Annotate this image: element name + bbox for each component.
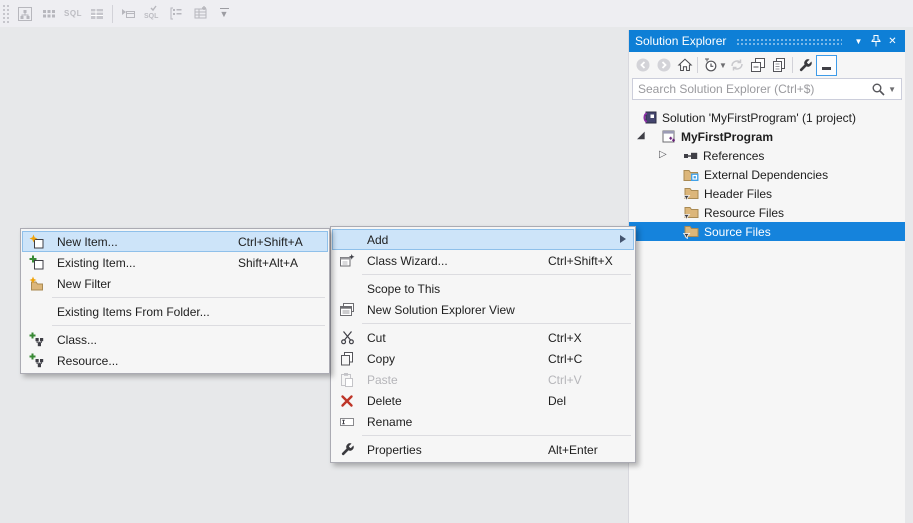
tree-item-solution[interactable]: Solution 'MyFirstProgram' (1 project) — [629, 108, 905, 127]
close-icon[interactable]: ✕ — [884, 33, 901, 50]
titlebar-texture — [736, 38, 842, 47]
delete-icon — [332, 394, 362, 408]
pending-changes-filter-icon[interactable] — [700, 55, 721, 76]
new-filter-icon — [22, 276, 52, 292]
external-dependencies-folder-icon — [683, 167, 699, 182]
menu-item-rename[interactable]: Rename — [332, 411, 634, 432]
tree-item-resource-files[interactable]: Resource Files — [629, 203, 905, 222]
search-options-caret-icon[interactable]: ▼ — [886, 85, 901, 94]
sync-icon[interactable] — [727, 55, 748, 76]
collapse-all-icon[interactable] — [748, 55, 769, 76]
submenu-arrow-icon — [620, 235, 626, 243]
expander-open-icon[interactable]: ◢ — [637, 131, 645, 141]
tree-item-source-files[interactable]: Source Files — [629, 222, 905, 241]
menu-item-add[interactable]: Add — [332, 229, 634, 250]
menu-item-delete[interactable]: Delete Del — [332, 390, 634, 411]
menu-separator — [362, 435, 631, 436]
cpp-project-icon — [661, 129, 676, 144]
menu-separator — [362, 274, 631, 275]
menu-item-properties[interactable]: Properties Alt+Enter — [332, 439, 634, 460]
menu-item-resource[interactable]: Resource... — [22, 350, 328, 371]
filter-folder-icon — [683, 224, 699, 239]
filter-folder-icon — [683, 205, 699, 220]
solution-tree: Solution 'MyFirstProgram' (1 project) ◢ … — [629, 103, 905, 241]
overflow-icon[interactable]: ▼ — [212, 2, 236, 26]
search-input[interactable] — [633, 82, 871, 96]
tree-item-header-files[interactable]: Header Files — [629, 184, 905, 203]
existing-item-icon — [22, 255, 52, 271]
toolbar-drag-handle[interactable] — [2, 4, 9, 24]
svg-text:SQL: SQL — [144, 13, 159, 20]
tree-item-references[interactable]: ▷ References — [629, 146, 905, 165]
org-chart-icon[interactable] — [13, 2, 37, 26]
menu-separator — [52, 297, 325, 298]
solution-explorer-titlebar[interactable]: Solution Explorer ▼ ✕ — [629, 30, 905, 52]
preview-selected-item-icon[interactable] — [816, 55, 837, 76]
menu-item-scope-to-this[interactable]: Scope to This — [332, 278, 634, 299]
search-icon[interactable] — [871, 82, 886, 97]
new-solution-explorer-view-icon — [332, 302, 362, 318]
cut-icon — [332, 330, 362, 345]
paste-icon — [332, 372, 362, 388]
menu-item-existing-items-from-folder[interactable]: Existing Items From Folder... — [22, 301, 328, 322]
menu-item-class-wizard[interactable]: Class Wizard... Ctrl+Shift+X — [332, 250, 634, 271]
panel-title: Solution Explorer — [635, 34, 726, 48]
show-all-files-icon[interactable] — [769, 55, 790, 76]
menu-item-paste[interactable]: Paste Ctrl+V — [332, 369, 634, 390]
add-resource-icon — [22, 353, 52, 369]
menu-item-new-filter[interactable]: New Filter — [22, 273, 328, 294]
tree-item-project[interactable]: ◢ MyFirstProgram — [629, 127, 905, 146]
rename-icon — [332, 414, 362, 430]
back-icon[interactable] — [632, 55, 653, 76]
add-class-icon — [22, 332, 52, 348]
properties-icon[interactable] — [795, 55, 816, 76]
main-toolbar: SQL SQL ▼ — [0, 0, 913, 27]
list-icon[interactable] — [164, 2, 188, 26]
sql-icon[interactable]: SQL — [61, 2, 85, 26]
search-box: ▼ — [632, 78, 902, 100]
menu-item-new-item[interactable]: New Item... Ctrl+Shift+A — [22, 231, 328, 252]
expander-closed-icon[interactable]: ▷ — [659, 150, 667, 160]
run-to-frame-icon[interactable] — [116, 2, 140, 26]
table-icon[interactable] — [85, 2, 109, 26]
menu-item-copy[interactable]: Copy Ctrl+C — [332, 348, 634, 369]
tree-item-external-dependencies[interactable]: External Dependencies — [629, 165, 905, 184]
solution-explorer-panel: Solution Explorer ▼ ✕ ▼ — [628, 30, 905, 523]
menu-item-cut[interactable]: Cut Ctrl+X — [332, 327, 634, 348]
toolbar-separator — [112, 5, 113, 23]
menu-item-class[interactable]: Class... — [22, 329, 328, 350]
pin-icon[interactable] — [867, 33, 884, 50]
context-menu: Add Class Wizard... Ctrl+Shift+X Scope t… — [330, 226, 636, 463]
forward-icon[interactable] — [653, 55, 674, 76]
solution-icon — [642, 110, 657, 125]
data-grid-icon[interactable] — [37, 2, 61, 26]
menu-item-existing-item[interactable]: Existing Item... Shift+Alt+A — [22, 252, 328, 273]
references-icon — [683, 148, 698, 163]
sql-check-icon[interactable]: SQL — [140, 2, 164, 26]
properties-icon — [332, 442, 362, 457]
copy-icon — [332, 351, 362, 367]
filter-caret-icon[interactable]: ▼ — [719, 61, 727, 70]
window-position-caret-icon[interactable]: ▼ — [850, 33, 867, 50]
solution-explorer-toolbar: ▼ — [629, 52, 905, 78]
menu-separator — [362, 323, 631, 324]
menu-item-new-solution-explorer-view[interactable]: New Solution Explorer View — [332, 299, 634, 320]
new-item-icon — [22, 234, 52, 250]
menu-separator — [52, 325, 325, 326]
filter-folder-icon — [683, 186, 699, 201]
class-wizard-icon — [332, 253, 362, 269]
home-icon[interactable] — [674, 55, 695, 76]
add-submenu: New Item... Ctrl+Shift+A Existing Item..… — [20, 228, 330, 374]
new-table-icon[interactable] — [188, 2, 212, 26]
